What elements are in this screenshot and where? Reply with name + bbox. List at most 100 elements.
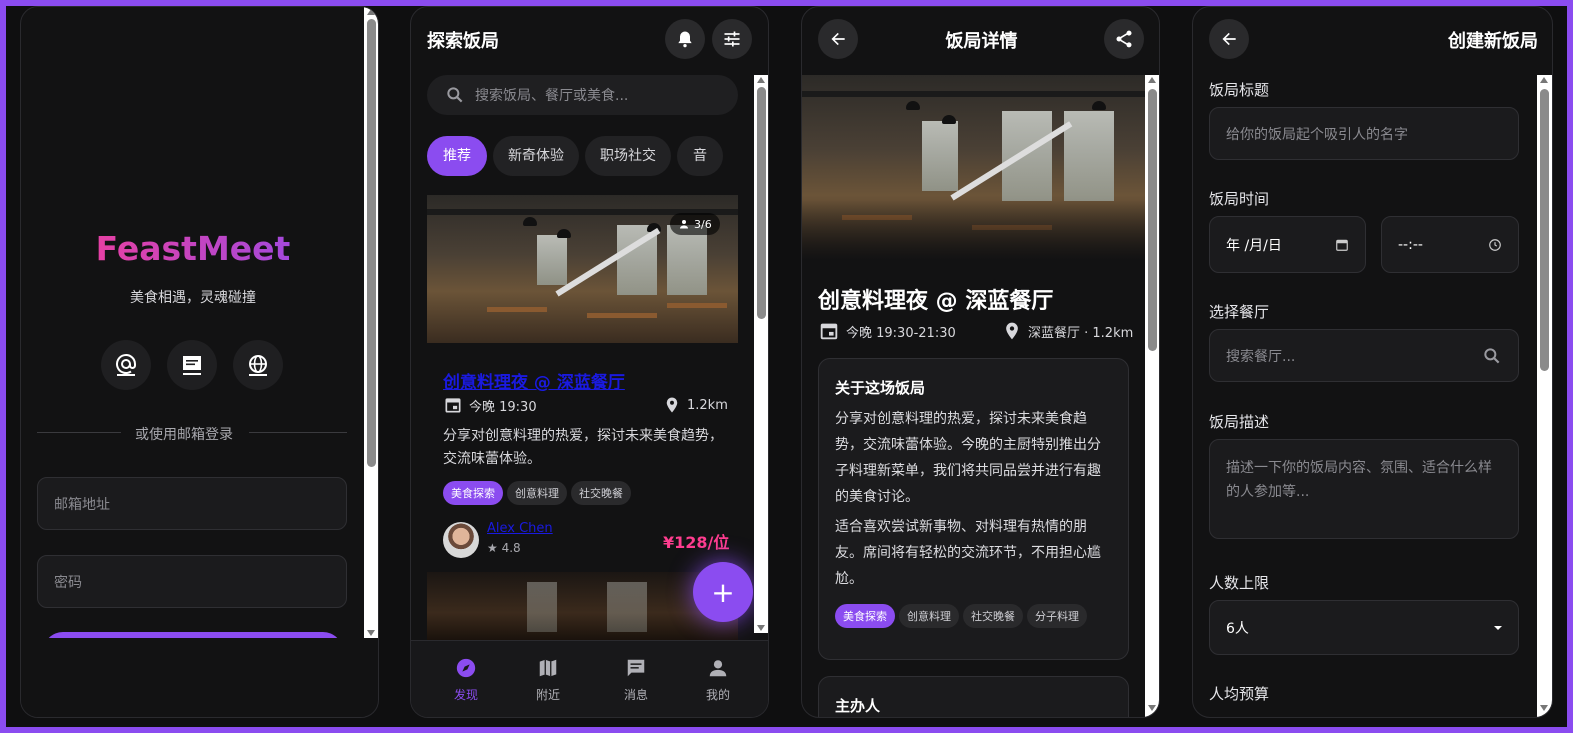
event-tags: 美食探索 创意料理 社交晚餐 xyxy=(443,481,635,505)
time-label: 饭局时间 xyxy=(1209,190,1270,208)
bottom-nav: 发现 附近 消息 我的 xyxy=(411,640,768,717)
category-music[interactable]: 音 xyxy=(677,136,723,176)
category-career[interactable]: 职场社交 xyxy=(585,136,671,176)
message-login-button[interactable] xyxy=(167,340,217,390)
sliders-icon xyxy=(724,31,740,47)
tag-chip[interactable]: 分子料理 xyxy=(1027,604,1087,628)
scroll-thumb[interactable] xyxy=(367,19,376,467)
search-bar[interactable]: 搜索饭局、餐厅或美食... xyxy=(427,75,738,115)
event-location: 深蓝餐厅 · 1.2km xyxy=(1002,320,1133,342)
tag-chip[interactable]: 社交晚餐 xyxy=(963,604,1023,628)
plus-icon: + xyxy=(711,575,735,609)
location-pin-icon xyxy=(666,397,678,413)
divider-line-left xyxy=(37,432,121,433)
clock-icon xyxy=(1489,238,1501,251)
back-button[interactable] xyxy=(1209,19,1249,59)
event-title: 创意料理夜 @ 深蓝餐厅 xyxy=(818,289,1054,314)
tag-chip[interactable]: 创意料理 xyxy=(899,604,959,628)
slogan: 美食相遇，灵魂碰撞 xyxy=(130,290,256,306)
calendar-icon xyxy=(1336,239,1348,251)
host-card: 主办人 xyxy=(818,676,1129,717)
add-event-fab[interactable]: + xyxy=(693,562,753,622)
stage: FeastMeet 美食相遇，灵魂碰撞 或使用邮箱登录 邮箱地址 密码 探索饭局 xyxy=(6,6,1567,727)
create-screen: 创建新饭局 饭局标题 给你的饭局起个吸引人的名字 饭局时间 年 /月/日 --:… xyxy=(1192,6,1553,718)
tag-chip[interactable]: 社交晚餐 xyxy=(571,481,631,505)
category-recommended[interactable]: 推荐 xyxy=(427,136,487,176)
event-title-link[interactable]: 创意料理夜 @ 深蓝餐厅 xyxy=(443,368,625,393)
capacity-badge: 3/6 xyxy=(670,213,720,235)
divider-line-right xyxy=(249,432,347,433)
web-login-button[interactable] xyxy=(233,340,283,390)
date-input[interactable]: 年 /月/日 xyxy=(1209,216,1366,273)
login-scrollbar[interactable] xyxy=(364,7,378,638)
event-time: 今晚 19:30 xyxy=(443,395,537,415)
scroll-thumb[interactable] xyxy=(1148,89,1157,351)
restaurant-search-input[interactable]: 搜索餐厅... xyxy=(1209,329,1519,382)
tag-chip[interactable]: 美食探索 xyxy=(835,604,895,628)
nav-discover[interactable]: 发现 xyxy=(441,657,491,703)
event-price: ¥128/位 xyxy=(663,533,730,552)
nav-profile[interactable]: 我的 xyxy=(693,657,743,703)
brand-logo: FeastMeet xyxy=(21,229,365,268)
category-tabs: 推荐 新奇体验 职场社交音 xyxy=(427,136,738,176)
capacity-select[interactable]: 6人 xyxy=(1209,600,1519,655)
map-icon xyxy=(539,659,557,677)
calendar-icon xyxy=(820,323,838,340)
event-card[interactable]: 3/6 创意料理夜 @ 深蓝餐厅 今晚 19:30 1.2km 分享对创意料理的… xyxy=(427,195,738,565)
host-rating: ★ 4.8 xyxy=(487,541,521,555)
filter-button[interactable] xyxy=(712,19,752,59)
login-screen: FeastMeet 美食相遇，灵魂碰撞 或使用邮箱登录 邮箱地址 密码 xyxy=(20,6,379,718)
time-input[interactable]: --:-- xyxy=(1381,216,1519,273)
discover-scrollbar[interactable] xyxy=(754,75,768,633)
calendar-icon xyxy=(445,398,461,413)
search-placeholder: 搜索饭局、餐厅或美食... xyxy=(475,88,629,104)
person-icon xyxy=(680,220,688,229)
create-scrollbar[interactable] xyxy=(1537,75,1552,717)
host-section-title: 主办人 xyxy=(835,697,881,715)
discover-screen: 探索饭局 搜索饭局、餐厅或美食... 推荐 新奇体验 职场社交音 3/6 创意料… xyxy=(410,6,769,718)
star-icon: ★ xyxy=(487,541,498,555)
notification-button[interactable] xyxy=(665,19,705,59)
email-login-button[interactable] xyxy=(101,340,151,390)
description-textarea[interactable]: 描述一下你的饭局内容、氛围、适合什么样的人参加等... xyxy=(1209,439,1519,539)
search-icon xyxy=(1484,347,1500,363)
about-card: 关于这场饭局 分享对创意料理的热爱，探讨未来美食趋势，交流味蕾体验。今晚的主厨特… xyxy=(818,358,1129,660)
nav-messages[interactable]: 消息 xyxy=(611,657,661,703)
compass-icon xyxy=(456,658,476,678)
share-button[interactable] xyxy=(1104,19,1144,59)
caret-down-icon xyxy=(1494,625,1502,630)
title-input[interactable]: 给你的饭局起个吸引人的名字 xyxy=(1209,107,1519,160)
page-title: 探索饭局 xyxy=(427,31,499,52)
detail-scrollbar[interactable] xyxy=(1145,75,1159,717)
arrow-left-icon xyxy=(1222,32,1236,46)
scroll-thumb[interactable] xyxy=(757,87,766,319)
email-input[interactable]: 邮箱地址 xyxy=(37,477,347,530)
title-label: 饭局标题 xyxy=(1209,81,1270,99)
tag-chip[interactable]: 美食探索 xyxy=(443,481,503,505)
event-tags: 美食探索 创意料理 社交晚餐 分子料理 xyxy=(835,604,1112,628)
event-hero-photo xyxy=(802,75,1145,260)
restaurant-label: 选择餐厅 xyxy=(1209,303,1270,321)
detail-screen: 饭局详情 创意料理夜 @ 深蓝餐厅 今晚 19:30-21:30 深蓝餐厅 · … xyxy=(801,6,1160,718)
category-novel[interactable]: 新奇体验 xyxy=(493,136,579,176)
person-icon xyxy=(709,660,727,677)
host-name-link[interactable]: Alex Chen xyxy=(487,521,553,536)
chat-icon xyxy=(627,659,645,677)
description-label: 饭局描述 xyxy=(1209,413,1270,431)
about-title: 关于这场饭局 xyxy=(835,379,926,397)
about-paragraph-2: 适合喜欢尝试新事物、对料理有热情的朋友。席间将有轻松的交流环节，不用担心尴尬。 xyxy=(835,519,1101,587)
divider-text: 或使用邮箱登录 xyxy=(135,427,233,443)
event-time: 今晚 19:30-21:30 xyxy=(818,320,956,342)
password-input[interactable]: 密码 xyxy=(37,555,347,608)
scroll-thumb[interactable] xyxy=(1540,89,1549,371)
host-avatar[interactable] xyxy=(443,522,479,558)
password-placeholder: 密码 xyxy=(54,574,82,591)
nav-nearby[interactable]: 附近 xyxy=(523,657,573,703)
event-description: 分享对创意料理的热爱，探讨未来美食趋势，交流味蕾体验。 xyxy=(443,428,723,467)
login-bottom-cover xyxy=(21,638,365,717)
event-photo-second[interactable] xyxy=(427,572,738,640)
location-pin-icon xyxy=(1006,322,1018,340)
bell-icon xyxy=(678,31,692,48)
tag-chip[interactable]: 创意料理 xyxy=(507,481,567,505)
about-paragraph-1: 分享对创意料理的热爱，探讨未来美食趋势，交流味蕾体验。今晚的主厨特别推出分子料理… xyxy=(835,411,1101,505)
